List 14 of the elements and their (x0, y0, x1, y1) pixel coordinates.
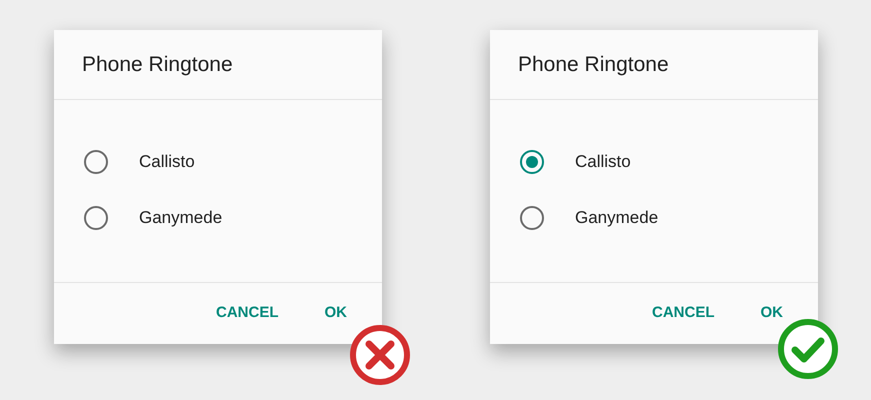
dialog-button[interactable]: OK (752, 298, 791, 329)
dialog-title: Phone Ringtone (518, 52, 669, 78)
dialog-button[interactable]: CANCEL (208, 298, 286, 329)
option-label: Callisto (575, 151, 631, 174)
radio-button[interactable] (84, 206, 108, 230)
option-label: Callisto (139, 151, 195, 174)
dialog-button[interactable]: OK (316, 298, 355, 329)
radio-button[interactable] (520, 206, 544, 230)
dialog-title: Phone Ringtone (82, 52, 233, 78)
radio-button[interactable] (520, 150, 544, 174)
option-label: Ganymede (139, 207, 222, 230)
radio-button[interactable] (84, 150, 108, 174)
option-label: Ganymede (575, 207, 658, 230)
dialog-button[interactable]: CANCEL (644, 298, 722, 329)
